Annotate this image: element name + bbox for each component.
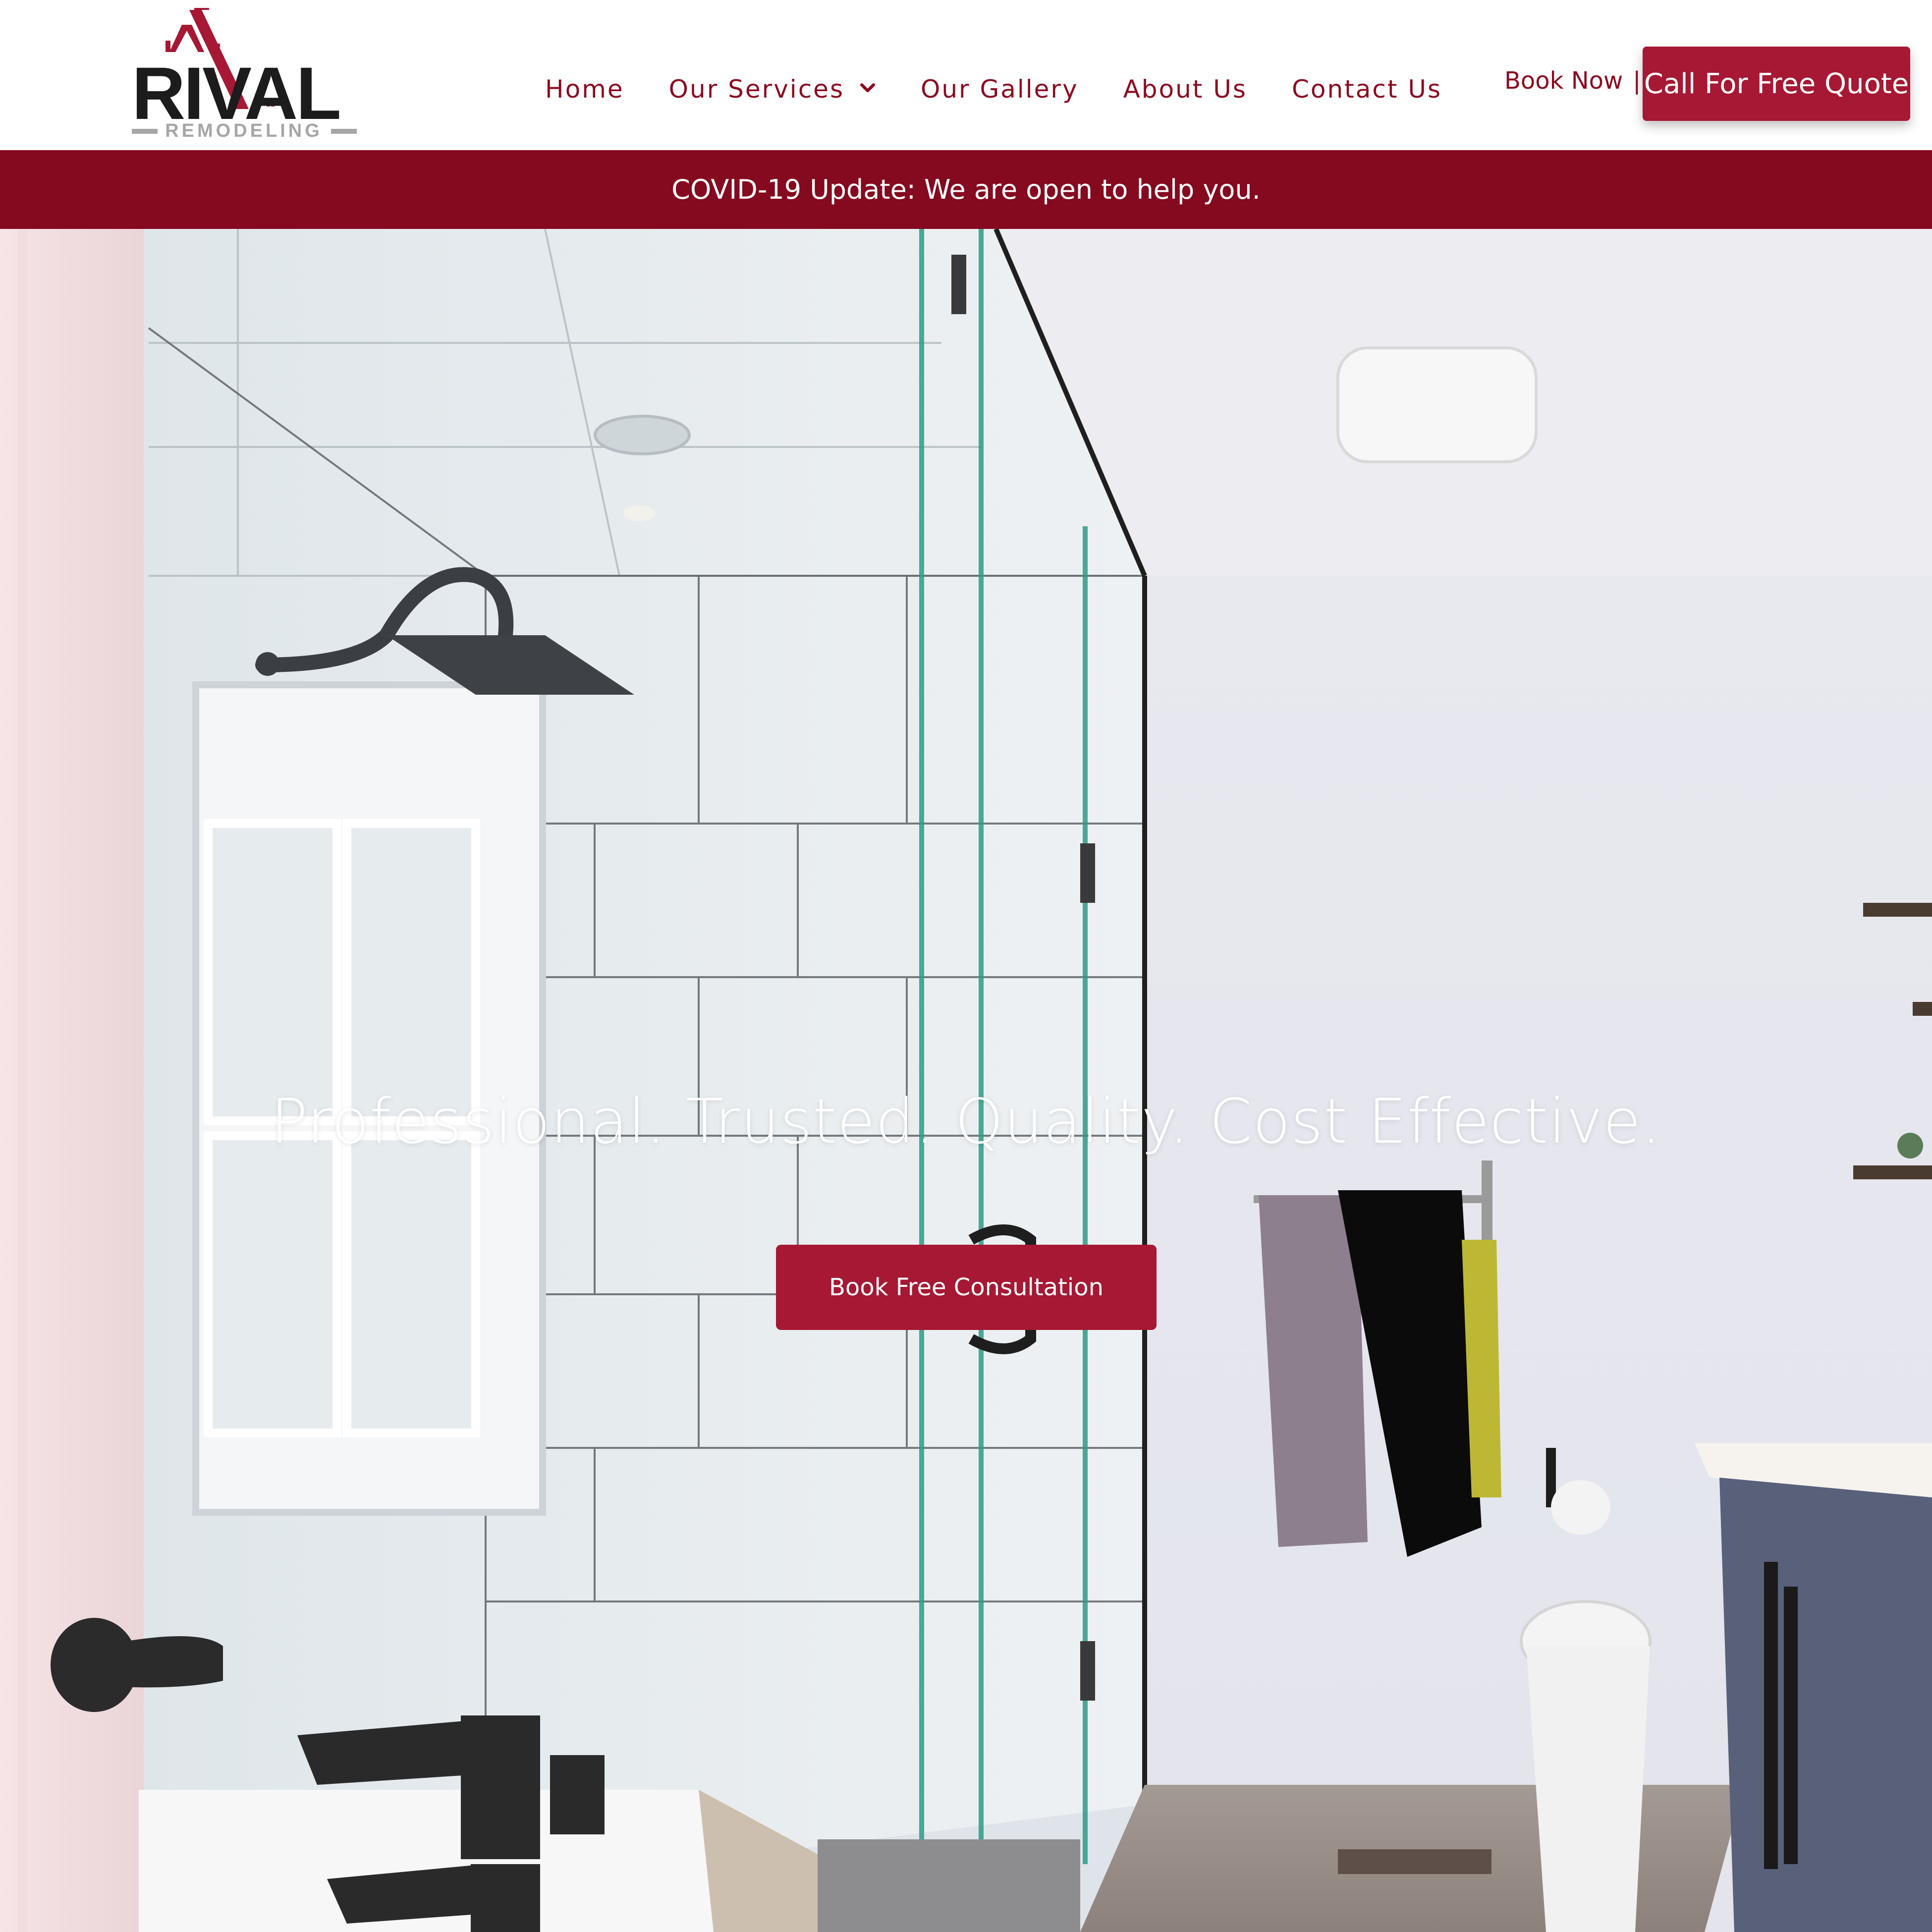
nav-contact-us[interactable]: Contact Us <box>1292 75 1442 104</box>
consult-button-label: Book Free Consultation <box>828 1273 1104 1301</box>
hero-section: Professional. Trusted. Quality. Cost Eff… <box>0 229 1932 1932</box>
main-nav: Home Our Services Our Gallery About Us C… <box>545 69 1442 109</box>
rival-remodeling-logo[interactable]: RIVAL REMODELING <box>130 5 358 144</box>
nav-about-us-label: About Us <box>1123 75 1247 104</box>
nav-our-gallery[interactable]: Our Gallery <box>921 75 1079 104</box>
nav-contact-us-label: Contact Us <box>1291 75 1442 104</box>
book-now-link[interactable]: Book Now | <box>1504 67 1641 95</box>
chevron-down-icon[interactable] <box>859 80 876 97</box>
hero-background-image <box>0 229 1932 1932</box>
nav-about-us[interactable]: About Us <box>1123 75 1247 104</box>
site-header: RIVAL REMODELING Home Our Services Our G… <box>0 0 1932 150</box>
header-separator: | <box>1633 67 1641 95</box>
call-for-free-quote-button[interactable]: Call For Free Quote <box>1643 47 1910 121</box>
book-now-label: Book Now <box>1504 67 1623 95</box>
announcement-bar: COVID-19 Update: We are open to help you… <box>0 150 1932 229</box>
announcement-text: COVID-19 Update: We are open to help you… <box>671 174 1261 205</box>
book-free-consultation-button[interactable]: Book Free Consultation <box>776 1245 1157 1330</box>
hero-tagline: Professional. Trusted. Quality. Cost Eff… <box>271 1086 1661 1158</box>
nav-home[interactable]: Home <box>545 75 624 104</box>
nav-home-label: Home <box>545 75 624 104</box>
nav-our-services[interactable]: Our Services <box>669 75 876 104</box>
nav-our-gallery-label: Our Gallery <box>921 75 1079 104</box>
nav-our-services-label: Our Services <box>668 75 844 104</box>
quote-button-label: Call For Free Quote <box>1644 67 1909 100</box>
svg-text:REMODELING: REMODELING <box>165 120 323 141</box>
